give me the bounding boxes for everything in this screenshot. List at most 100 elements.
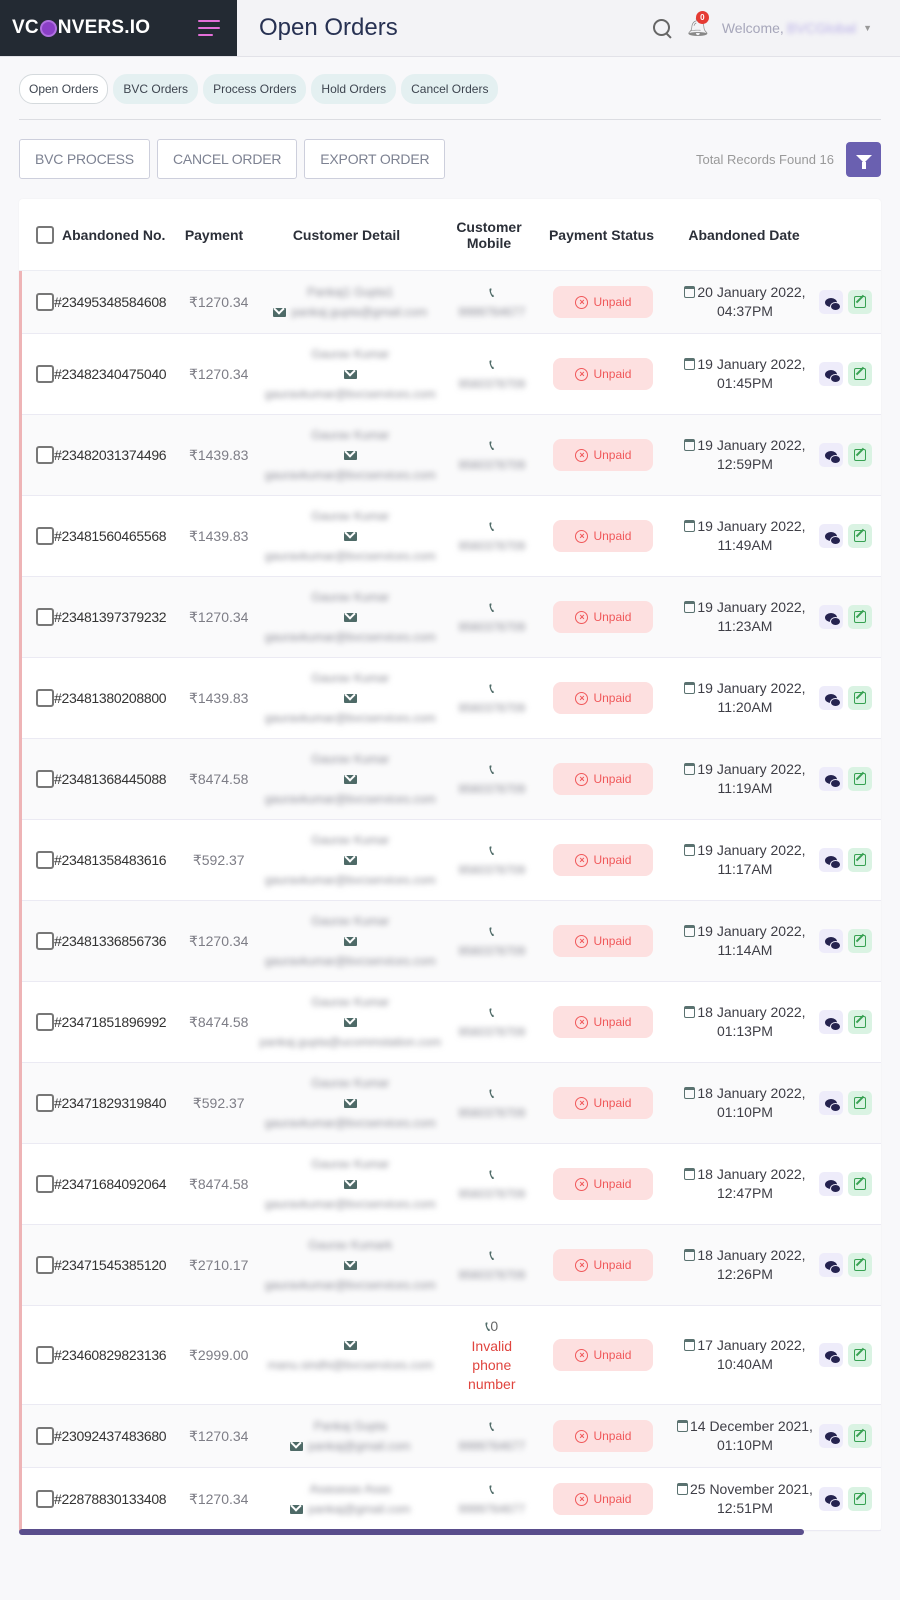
row-checkbox[interactable] bbox=[36, 689, 54, 707]
order-number[interactable]: #22878830133408 bbox=[54, 1491, 167, 1507]
chat-button[interactable] bbox=[819, 1172, 844, 1196]
payment-amount: ₹1270.34 bbox=[188, 932, 249, 949]
order-number[interactable]: #23481368445088 bbox=[54, 771, 167, 787]
chat-button[interactable] bbox=[819, 1253, 844, 1277]
filter-button[interactable] bbox=[846, 141, 881, 177]
tab-open-orders[interactable]: Open Orders bbox=[19, 74, 109, 104]
row-checkbox[interactable] bbox=[36, 770, 54, 788]
customer-mobile: 📞︎ 9560378709 bbox=[447, 1246, 536, 1285]
logo[interactable]: VC NVERS.IO bbox=[12, 17, 150, 39]
chat-button[interactable] bbox=[819, 290, 844, 314]
payment-amount: ₹1439.83 bbox=[188, 689, 249, 706]
comments-icon bbox=[825, 1179, 842, 1193]
notification-badge: 0 bbox=[695, 11, 709, 24]
abandoned-date: 19 January 2022, 01:45PM bbox=[671, 355, 820, 393]
order-number[interactable]: #23481358483616 bbox=[54, 852, 167, 868]
row-checkbox[interactable] bbox=[36, 1175, 54, 1193]
edit-button[interactable] bbox=[848, 443, 873, 467]
menu-toggle-icon[interactable] bbox=[198, 20, 220, 41]
chat-button[interactable] bbox=[819, 929, 844, 953]
order-number[interactable]: #23460829823136 bbox=[54, 1347, 167, 1363]
edit-button[interactable] bbox=[848, 605, 873, 629]
customer-email: gauravkumar@bvcservices.com bbox=[264, 1197, 436, 1211]
edit-button[interactable] bbox=[848, 1172, 873, 1196]
tab-cancel-orders[interactable]: Cancel Orders bbox=[401, 74, 499, 104]
chat-button[interactable] bbox=[819, 767, 844, 791]
row-checkbox[interactable] bbox=[36, 1346, 54, 1364]
edit-icon bbox=[854, 854, 867, 866]
table-row: #22878830133408 ₹1270.34 Asasasas Asas p… bbox=[22, 1468, 881, 1531]
notification-bell-icon[interactable]: 🔔︎ 0 bbox=[686, 11, 710, 39]
row-checkbox[interactable] bbox=[36, 446, 54, 464]
tab-bvc-orders[interactable]: BVC Orders bbox=[113, 74, 199, 104]
edit-icon bbox=[854, 1178, 867, 1190]
customer-detail: Gaurav Kumar gauravkumar@bvcservices.com bbox=[253, 506, 447, 566]
cancel-order-button[interactable]: CANCEL ORDER bbox=[156, 139, 298, 179]
order-number[interactable]: #23495348584608 bbox=[54, 294, 167, 310]
edit-button[interactable] bbox=[848, 767, 873, 791]
chat-button[interactable] bbox=[819, 443, 844, 467]
edit-button[interactable] bbox=[848, 929, 873, 953]
edit-button[interactable] bbox=[848, 290, 873, 314]
order-number[interactable]: #23471851896992 bbox=[54, 1014, 167, 1030]
row-checkbox[interactable] bbox=[36, 365, 54, 383]
chat-button[interactable] bbox=[819, 362, 844, 386]
horizontal-scrollbar[interactable] bbox=[19, 1529, 804, 1535]
chat-button[interactable] bbox=[819, 686, 844, 710]
customer-mobile: 📞︎ 9560378709 bbox=[447, 517, 536, 556]
edit-button[interactable] bbox=[848, 1091, 873, 1115]
row-checkbox[interactable] bbox=[36, 293, 54, 311]
edit-button[interactable] bbox=[848, 848, 873, 872]
chat-button[interactable] bbox=[819, 1487, 844, 1511]
row-checkbox[interactable] bbox=[36, 1256, 54, 1274]
export-order-button[interactable]: EXPORT ORDER bbox=[304, 139, 446, 179]
edit-button[interactable] bbox=[848, 1487, 873, 1511]
mobile-number: 9560378709 bbox=[458, 943, 526, 958]
tab-hold-orders[interactable]: Hold Orders bbox=[311, 74, 397, 104]
row-checkbox[interactable] bbox=[36, 932, 54, 950]
chat-button[interactable] bbox=[819, 605, 844, 629]
status-badge: × Unpaid bbox=[553, 1249, 654, 1281]
order-number[interactable]: #23481397379232 bbox=[54, 609, 167, 625]
user-menu[interactable]: Welcome, BVCGlobal ▼ bbox=[722, 20, 872, 36]
search-icon[interactable] bbox=[652, 18, 672, 38]
order-number[interactable]: #23471829319840 bbox=[54, 1095, 167, 1111]
bvc-process-button[interactable]: BVC PROCESS bbox=[19, 139, 150, 179]
chat-button[interactable] bbox=[819, 1343, 844, 1367]
order-number[interactable]: #23482031374496 bbox=[54, 447, 167, 463]
order-number[interactable]: #23482340475040 bbox=[54, 366, 167, 382]
chat-button[interactable] bbox=[819, 1010, 844, 1034]
row-checkbox[interactable] bbox=[36, 608, 54, 626]
edit-button[interactable] bbox=[848, 1424, 873, 1448]
phone-icon: 📞︎ bbox=[489, 922, 495, 939]
customer-mobile: 📞︎ 9560378709 bbox=[447, 1003, 536, 1042]
chat-button[interactable] bbox=[819, 524, 844, 548]
chat-button[interactable] bbox=[819, 1424, 844, 1448]
email-icon bbox=[343, 1099, 357, 1109]
tab-process-orders[interactable]: Process Orders bbox=[203, 74, 307, 104]
order-number[interactable]: #23092437483680 bbox=[54, 1428, 167, 1444]
order-number[interactable]: #23481336856736 bbox=[54, 933, 167, 949]
edit-button[interactable] bbox=[848, 362, 873, 386]
order-number[interactable]: #23471545385120 bbox=[54, 1257, 167, 1273]
order-number[interactable]: #23481560465568 bbox=[54, 528, 167, 544]
row-checkbox[interactable] bbox=[36, 1013, 54, 1031]
edit-button[interactable] bbox=[848, 524, 873, 548]
select-all-checkbox[interactable] bbox=[36, 225, 54, 244]
edit-button[interactable] bbox=[848, 1253, 873, 1277]
x-circle-icon: × bbox=[575, 295, 589, 309]
edit-button[interactable] bbox=[848, 1343, 873, 1367]
row-checkbox[interactable] bbox=[36, 851, 54, 869]
edit-button[interactable] bbox=[848, 1010, 873, 1034]
row-checkbox[interactable] bbox=[36, 1427, 54, 1445]
edit-button[interactable] bbox=[848, 686, 873, 710]
chat-button[interactable] bbox=[819, 1091, 844, 1115]
row-checkbox[interactable] bbox=[36, 1490, 54, 1508]
order-number[interactable]: #23481380208800 bbox=[54, 690, 167, 706]
comments-icon bbox=[825, 1017, 842, 1031]
chat-button[interactable] bbox=[819, 848, 844, 872]
row-checkbox[interactable] bbox=[36, 527, 54, 545]
customer-name: Gaurav Kumar bbox=[311, 428, 390, 442]
order-number[interactable]: #23471684092064 bbox=[54, 1176, 167, 1192]
row-checkbox[interactable] bbox=[36, 1094, 54, 1112]
